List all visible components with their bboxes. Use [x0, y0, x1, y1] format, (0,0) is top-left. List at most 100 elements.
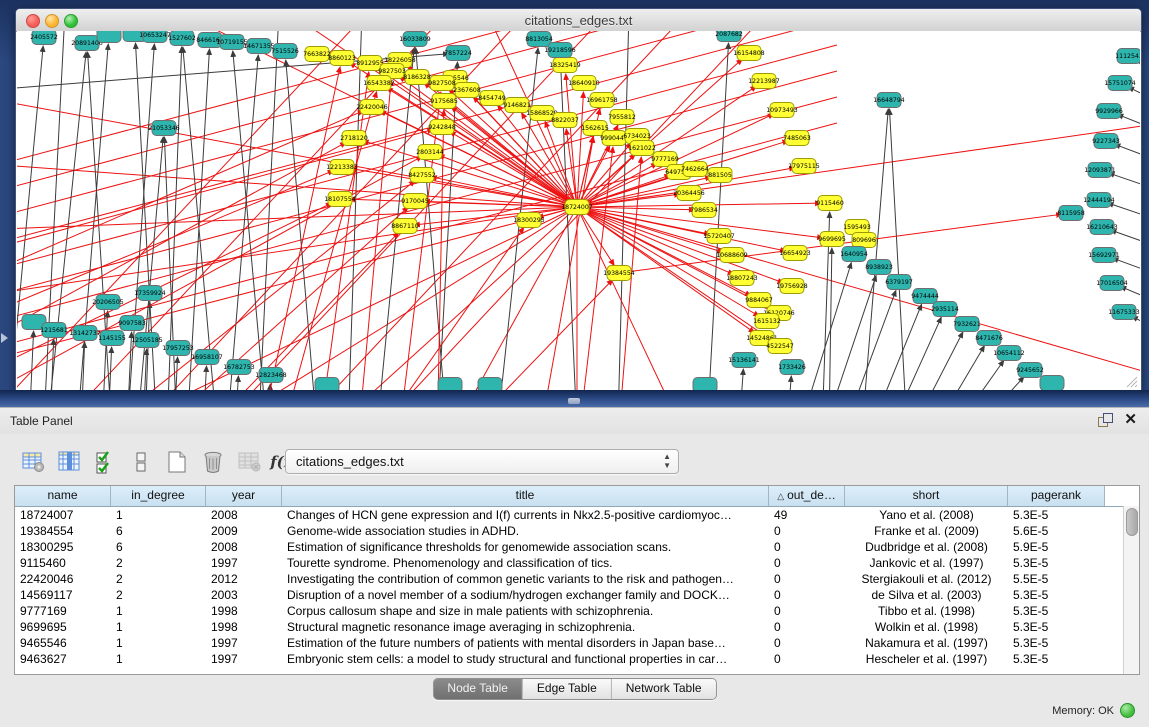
- graph-node-yellow[interactable]: 7663822: [303, 47, 331, 62]
- graph-node-teal[interactable]: 9245652: [1016, 363, 1044, 378]
- column-header-short[interactable]: short: [845, 486, 1008, 506]
- graph-node-yellow[interactable]: 18724007: [561, 200, 593, 215]
- graph-node-yellow[interactable]: 4522547: [766, 339, 794, 354]
- graph-node-yellow[interactable]: 18300295: [513, 213, 545, 228]
- graph-node-teal[interactable]: 17957253: [162, 341, 194, 356]
- graph-node-teal[interactable]: 1145155: [98, 331, 126, 346]
- graph-node-teal[interactable]: 15751074: [1104, 76, 1136, 91]
- graph-node-yellow[interactable]: 9115460: [816, 196, 844, 211]
- graph-node-yellow[interactable]: 8186328: [403, 70, 431, 85]
- graph-node-teal[interactable]: 15692971: [1088, 248, 1120, 263]
- graph-node-teal[interactable]: [1040, 376, 1064, 391]
- graph-node-teal[interactable]: 14671355: [243, 39, 275, 54]
- tab-network-table[interactable]: Network Table: [612, 679, 716, 699]
- graph-node-yellow[interactable]: 16543382: [363, 76, 395, 91]
- graph-node-yellow[interactable]: 1615132: [753, 314, 781, 329]
- network-canvas[interactable]: 1872400776638228860123891295518226058982…: [17, 31, 1140, 390]
- graph-node-teal[interactable]: 16648794: [873, 93, 905, 108]
- table-row[interactable]: 946362711997Embryonic stem cells: a mode…: [15, 651, 1139, 667]
- graph-node-yellow[interactable]: 10973493: [766, 103, 798, 118]
- graph-node-yellow[interactable]: 1621022: [628, 141, 656, 156]
- graph-node-yellow[interactable]: 12213383: [326, 160, 358, 175]
- graph-node-yellow[interactable]: 2718120: [340, 131, 368, 146]
- scrollbar-thumb[interactable]: [1126, 508, 1138, 536]
- table-row[interactable]: 969969511998Structural magnetic resonanc…: [15, 619, 1139, 635]
- graph-node-yellow[interactable]: 8427552: [408, 168, 436, 183]
- graph-node-yellow[interactable]: 10688609: [716, 248, 748, 263]
- graph-node-yellow[interactable]: 9175685: [430, 94, 458, 109]
- column-header-pagerank[interactable]: pagerank: [1008, 486, 1105, 506]
- graph-node-yellow[interactable]: 18640910: [568, 76, 600, 91]
- float-window-icon[interactable]: [1098, 413, 1113, 428]
- graph-node-teal[interactable]: 7857224: [444, 46, 472, 61]
- graph-node-teal[interactable]: 7515526: [271, 44, 299, 59]
- graph-node-teal[interactable]: 21053346: [148, 121, 180, 136]
- graph-node-teal[interactable]: 1527602: [168, 31, 196, 46]
- graph-node-teal[interactable]: 9227343: [1092, 134, 1120, 149]
- graph-node-teal[interactable]: [315, 378, 339, 391]
- graph-node-teal[interactable]: 15136141: [728, 353, 760, 368]
- graph-node-yellow[interactable]: 17975115: [788, 159, 820, 174]
- graph-node-yellow[interactable]: 9242848: [428, 120, 456, 135]
- graph-node-yellow[interactable]: 9827508: [428, 76, 456, 91]
- graph-node-teal[interactable]: 12093871: [1084, 163, 1116, 178]
- vertical-scrollbar[interactable]: [1123, 506, 1139, 674]
- tab-edge-table[interactable]: Edge Table: [523, 679, 612, 699]
- graph-node-teal[interactable]: 6379197: [885, 275, 913, 290]
- collapsed-panel-arrow[interactable]: [1, 333, 8, 343]
- graph-node-yellow[interactable]: 9884067: [745, 293, 773, 308]
- graph-node-yellow[interactable]: 881505: [708, 168, 732, 183]
- graph-node-yellow[interactable]: 16654923: [779, 246, 811, 261]
- graph-node-teal[interactable]: 2087682: [715, 31, 743, 42]
- graph-node-teal[interactable]: [478, 378, 502, 391]
- table-row[interactable]: 977716911998Corpus callosum shape and si…: [15, 603, 1139, 619]
- graph-node-teal[interactable]: 16033809: [399, 32, 431, 47]
- graph-node-teal[interactable]: 19218596: [544, 43, 576, 58]
- graph-node-teal[interactable]: [693, 378, 717, 391]
- graph-node-teal[interactable]: 16210643: [1086, 220, 1118, 235]
- graph-node-yellow[interactable]: 18325419: [549, 58, 581, 73]
- graph-node-teal[interactable]: 17359924: [134, 286, 166, 301]
- graph-node-teal[interactable]: 2935114: [931, 302, 959, 317]
- graph-node-teal[interactable]: 16782753: [223, 360, 255, 375]
- graph-node-yellow[interactable]: 18107554: [324, 192, 356, 207]
- select-all-icon[interactable]: [92, 449, 118, 475]
- table-row[interactable]: 1872400712008Changes of HCN gene express…: [15, 507, 1139, 523]
- graph-node-yellow[interactable]: 809696: [852, 233, 876, 248]
- hide-rows-icon[interactable]: [128, 449, 154, 475]
- window-titlebar[interactable]: citations_edges.txt: [16, 9, 1141, 32]
- tab-node-table[interactable]: Node Table: [433, 679, 523, 699]
- network-graph[interactable]: 1872400776638228860123891295518226058982…: [17, 31, 1140, 390]
- column-header-title[interactable]: title: [282, 486, 769, 506]
- column-header-name[interactable]: name: [15, 486, 111, 506]
- graph-node-yellow[interactable]: 8860123: [328, 51, 356, 66]
- graph-node-teal[interactable]: 11675333: [1108, 305, 1140, 320]
- graph-node-teal[interactable]: 1112543: [1115, 49, 1140, 64]
- delete-table-icon[interactable]: [200, 449, 226, 475]
- column-header-in-degree[interactable]: in_degree: [111, 486, 206, 506]
- graph-node-teal[interactable]: 7932621: [953, 317, 981, 332]
- graph-node-yellow[interactable]: 20364456: [673, 186, 705, 201]
- graph-node-teal[interactable]: 8115958: [1057, 206, 1085, 221]
- graph-node-teal[interactable]: 9929966: [1095, 104, 1123, 119]
- graph-node-teal[interactable]: 13142737: [69, 326, 101, 341]
- graph-node-teal[interactable]: 8471676: [975, 331, 1003, 346]
- table-settings-icon[interactable]: [20, 449, 46, 475]
- close-icon[interactable]: ✕: [1124, 412, 1137, 428]
- graph-node-teal[interactable]: 8938923: [865, 260, 893, 275]
- graph-node-teal[interactable]: 12505185: [131, 333, 163, 348]
- graph-node-teal[interactable]: 9097583: [118, 316, 146, 331]
- show-columns-icon[interactable]: [56, 449, 82, 475]
- graph-node-yellow[interactable]: 12213987: [748, 74, 780, 89]
- table-row[interactable]: 946554611997Estimation of the future num…: [15, 635, 1139, 651]
- graph-node-teal[interactable]: 1733426: [778, 360, 806, 375]
- splitter-handle-icon[interactable]: [568, 398, 580, 404]
- graph-node-yellow[interactable]: 7955812: [608, 110, 636, 125]
- table-row[interactable]: 1938455462009Genome-wide association stu…: [15, 523, 1139, 539]
- graph-node-yellow[interactable]: 7462664: [681, 162, 709, 177]
- graph-node-yellow[interactable]: 9170045: [401, 194, 429, 209]
- graph-node-yellow[interactable]: 19384554: [603, 266, 635, 281]
- graph-node-teal[interactable]: 20206505: [92, 295, 124, 310]
- graph-node-yellow[interactable]: 8867110: [391, 219, 419, 234]
- graph-node-teal[interactable]: 17016504: [1096, 276, 1128, 291]
